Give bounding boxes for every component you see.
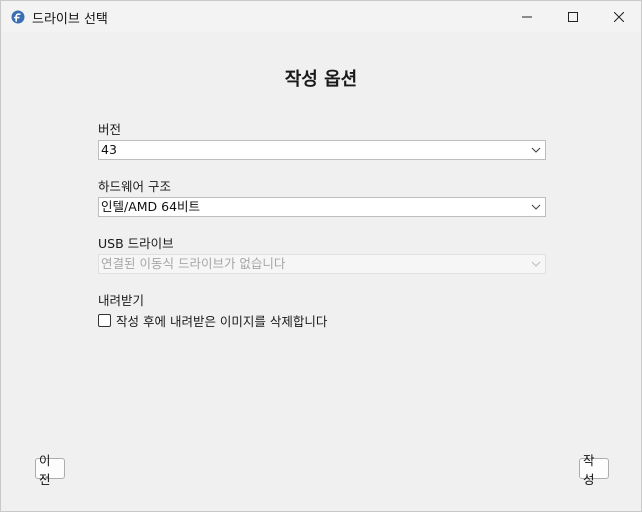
chevron-down-icon bbox=[531, 261, 541, 267]
title-bar[interactable]: 드라이브 선택 bbox=[1, 1, 641, 32]
app-window: 드라이브 선택 작성 옵션 버전 43 하드웨어 구조 인텔/AMD 64비트 bbox=[0, 0, 642, 512]
version-select[interactable]: 43 bbox=[98, 140, 546, 160]
maximize-icon bbox=[568, 11, 578, 22]
maximize-button[interactable] bbox=[550, 1, 596, 32]
delete-image-checkbox-label[interactable]: 작성 후에 내려받은 이미지를 삭제합니다 bbox=[116, 311, 327, 330]
fedora-logo-icon bbox=[11, 9, 25, 24]
write-button[interactable]: 작성 bbox=[579, 453, 609, 487]
download-label: 내려받기 bbox=[98, 293, 145, 308]
architecture-select[interactable]: 인텔/AMD 64비트 bbox=[98, 197, 546, 217]
window-title: 드라이브 선택 bbox=[32, 12, 108, 27]
version-label: 버전 bbox=[98, 122, 122, 137]
delete-image-option[interactable]: 작성 후에 내려받은 이미지를 삭제합니다 bbox=[98, 311, 327, 330]
chevron-down-icon bbox=[531, 204, 541, 210]
delete-image-checkbox[interactable] bbox=[98, 313, 111, 327]
page-heading: 작성 옵션 bbox=[284, 69, 358, 90]
architecture-selected-value: 인텔/AMD 64비트 bbox=[101, 199, 201, 214]
usb-drive-selected-value: 연결된 이동식 드라이브가 없습니다 bbox=[101, 256, 286, 271]
close-icon bbox=[614, 11, 624, 22]
chevron-down-icon bbox=[531, 147, 541, 153]
minimize-button[interactable] bbox=[504, 1, 550, 32]
previous-button[interactable]: 이전 bbox=[35, 453, 65, 487]
minimize-icon bbox=[522, 16, 532, 17]
usb-drive-label: USB 드라이브 bbox=[98, 236, 174, 251]
usb-drive-select[interactable]: 연결된 이동식 드라이브가 없습니다 bbox=[98, 254, 546, 274]
version-selected-value: 43 bbox=[101, 142, 117, 157]
architecture-label: 하드웨어 구조 bbox=[98, 179, 171, 194]
close-button[interactable] bbox=[596, 1, 642, 32]
